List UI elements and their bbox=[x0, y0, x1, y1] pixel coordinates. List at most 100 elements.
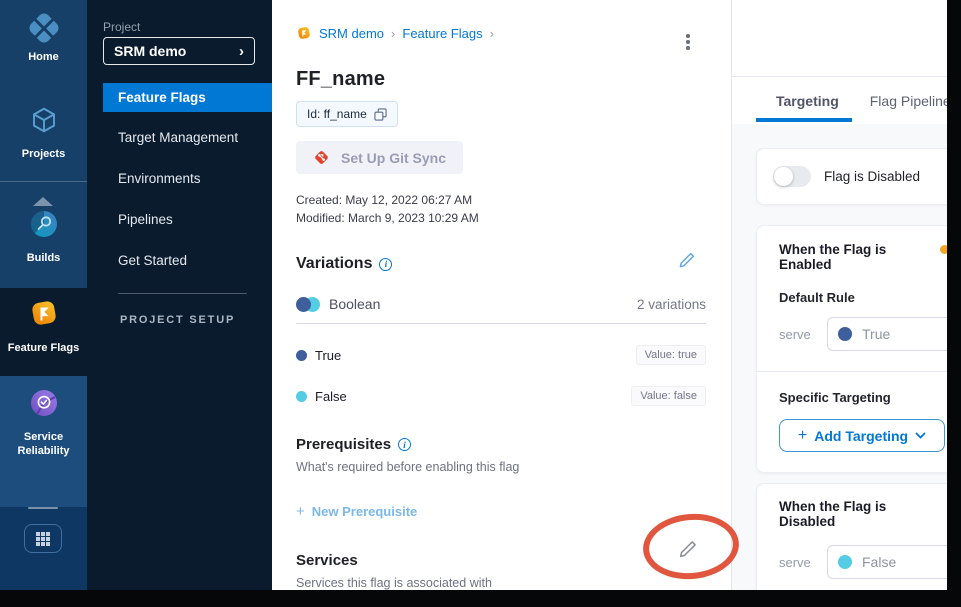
created-timestamp: Created: May 12, 2022 06:27 AM bbox=[296, 191, 706, 209]
variations-heading: Variations bbox=[296, 255, 372, 273]
variation-type-row: Boolean 2 variations bbox=[296, 296, 706, 324]
flag-enabled-toggle[interactable] bbox=[773, 166, 811, 187]
git-sync-label: Set Up Git Sync bbox=[341, 150, 446, 166]
module-grid-button[interactable] bbox=[24, 524, 62, 553]
breadcrumb: SRM demo › Feature Flags › bbox=[296, 25, 706, 41]
tab-flag-pipeline[interactable]: Flag Pipeline bbox=[870, 93, 951, 109]
sidebar-item-projects[interactable]: Projects bbox=[0, 105, 87, 161]
new-prerequisite-label: New Prerequisite bbox=[312, 504, 418, 519]
add-targeting-button[interactable]: + Add Targeting bbox=[779, 419, 945, 452]
breadcrumb-project-link[interactable]: SRM demo bbox=[319, 26, 384, 41]
default-rule-label: Default Rule bbox=[757, 290, 960, 305]
disabled-rules-card: When the Flag is Disabled serve False bbox=[756, 483, 961, 596]
disabled-serve-select[interactable]: False bbox=[827, 545, 960, 579]
project-sidebar: Project SRM demo › Feature Flags Target … bbox=[87, 0, 272, 590]
variation-value-badge: Value: false bbox=[631, 386, 706, 406]
new-prerequisite-button[interactable]: + New Prerequisite bbox=[296, 503, 417, 520]
variation-row-true: True Value: true bbox=[296, 345, 706, 365]
sidebar-item-pipelines[interactable]: Pipelines bbox=[87, 212, 272, 227]
plus-icon: + bbox=[798, 427, 807, 445]
chevron-down-icon bbox=[915, 432, 926, 439]
harness-app-window: Home Projects Builds Feature Flags bbox=[0, 0, 961, 607]
module-label: Projects bbox=[22, 147, 65, 161]
variation-count: 2 variations bbox=[637, 297, 706, 312]
tab-targeting[interactable]: Targeting bbox=[776, 93, 839, 109]
module-sidebar: Home Projects Builds Feature Flags bbox=[0, 0, 87, 590]
project-label: Project bbox=[103, 20, 140, 34]
tab-bar: Targeting Flag Pipeline bbox=[732, 77, 961, 124]
feature-flags-icon bbox=[28, 297, 60, 334]
kebab-menu-button[interactable] bbox=[683, 31, 693, 53]
services-description: Services this flag is associated with bbox=[296, 576, 706, 590]
service-reliability-icon bbox=[29, 388, 59, 423]
project-setup-section[interactable]: PROJECT SETUP bbox=[120, 314, 250, 326]
module-label: Builds bbox=[27, 251, 61, 265]
card-divider bbox=[757, 371, 960, 372]
feature-flags-mini-icon bbox=[296, 25, 312, 41]
projects-cube-icon bbox=[29, 105, 59, 140]
edit-variations-icon[interactable] bbox=[678, 251, 696, 269]
sidebar-divider bbox=[0, 181, 87, 182]
enabled-card-heading: When the Flag is Enabled bbox=[779, 242, 886, 272]
grid-icon bbox=[36, 532, 50, 546]
true-variation-dot bbox=[838, 327, 852, 341]
flag-toggle-label: Flag is Disabled bbox=[824, 169, 920, 184]
modified-timestamp: Modified: March 9, 2023 10:29 AM bbox=[296, 209, 706, 227]
module-label: Service Reliability bbox=[9, 430, 79, 458]
sidebar-item-target-management[interactable]: Target Management bbox=[87, 130, 272, 145]
sidebar-item-feature-flags-nav[interactable]: Feature Flags bbox=[103, 83, 272, 112]
variation-type-label: Boolean bbox=[329, 296, 637, 312]
serve-label: serve bbox=[779, 555, 827, 570]
add-targeting-label: Add Targeting bbox=[814, 428, 908, 444]
module-section-service-reliability: Service Reliability bbox=[0, 376, 87, 507]
targeting-panel: Targeting Flag Pipeline Flag is Disabled… bbox=[731, 0, 961, 590]
screen-edge bbox=[947, 0, 961, 607]
disabled-card-heading: When the Flag is Disabled bbox=[779, 499, 886, 529]
panel-header-spacer bbox=[732, 0, 961, 77]
module-label: Feature Flags bbox=[8, 341, 80, 355]
false-variation-dot bbox=[296, 391, 307, 402]
true-variation-dot bbox=[296, 350, 307, 361]
sidebar-item-get-started[interactable]: Get Started bbox=[87, 253, 272, 268]
sidebar-bottom-section bbox=[0, 507, 87, 590]
project-selector[interactable]: SRM demo › bbox=[103, 37, 255, 65]
default-serve-select[interactable]: True bbox=[827, 317, 960, 351]
project-setup-label: PROJECT SETUP bbox=[120, 314, 235, 326]
home-icon bbox=[29, 13, 59, 43]
plus-icon: + bbox=[296, 503, 305, 520]
prerequisites-heading: Prerequisites bbox=[296, 436, 391, 453]
false-variation-dot bbox=[838, 555, 852, 569]
project-name: SRM demo bbox=[114, 43, 239, 59]
flag-detail-panel: SRM demo › Feature Flags › FF_name Id: f… bbox=[272, 0, 731, 590]
sidebar-item-home[interactable]: Home bbox=[0, 13, 87, 64]
flag-state-card: Flag is Disabled bbox=[756, 148, 961, 205]
info-icon[interactable]: i bbox=[398, 438, 411, 451]
sidebar-item-environments[interactable]: Environments bbox=[87, 171, 272, 186]
serve-value: False bbox=[862, 554, 896, 570]
serve-value: True bbox=[862, 326, 890, 342]
flag-id-badge: Id: ff_name bbox=[296, 101, 398, 127]
boolean-toggle-icon bbox=[296, 297, 320, 312]
sidebar-item-service-reliability[interactable]: Service Reliability bbox=[0, 376, 87, 458]
chevron-right-icon: › bbox=[239, 43, 244, 60]
flag-id-label: Id: ff_name bbox=[307, 107, 367, 121]
variation-value-badge: Value: true bbox=[636, 345, 706, 365]
breadcrumb-section-link[interactable]: Feature Flags bbox=[402, 26, 482, 41]
edit-services-icon[interactable] bbox=[678, 539, 698, 559]
breadcrumb-separator: › bbox=[391, 26, 395, 41]
info-icon[interactable]: i bbox=[379, 258, 392, 271]
sidebar-item-feature-flags[interactable]: Feature Flags bbox=[0, 288, 87, 355]
setup-git-sync-button[interactable]: Set Up Git Sync bbox=[296, 141, 463, 174]
breadcrumb-separator: › bbox=[490, 26, 494, 41]
sidebar-short-divider bbox=[28, 507, 58, 509]
module-label: Home bbox=[28, 50, 59, 64]
module-section-feature-flags: Feature Flags bbox=[0, 288, 87, 376]
builds-icon bbox=[29, 209, 59, 244]
page-title: FF_name bbox=[296, 68, 706, 91]
copy-icon[interactable] bbox=[374, 108, 387, 121]
variation-name: True bbox=[315, 348, 636, 363]
sidebar-item-builds[interactable]: Builds bbox=[0, 209, 87, 265]
screen-edge bbox=[0, 590, 961, 607]
collapse-up-icon[interactable] bbox=[33, 197, 53, 206]
variation-row-false: False Value: false bbox=[296, 386, 706, 406]
